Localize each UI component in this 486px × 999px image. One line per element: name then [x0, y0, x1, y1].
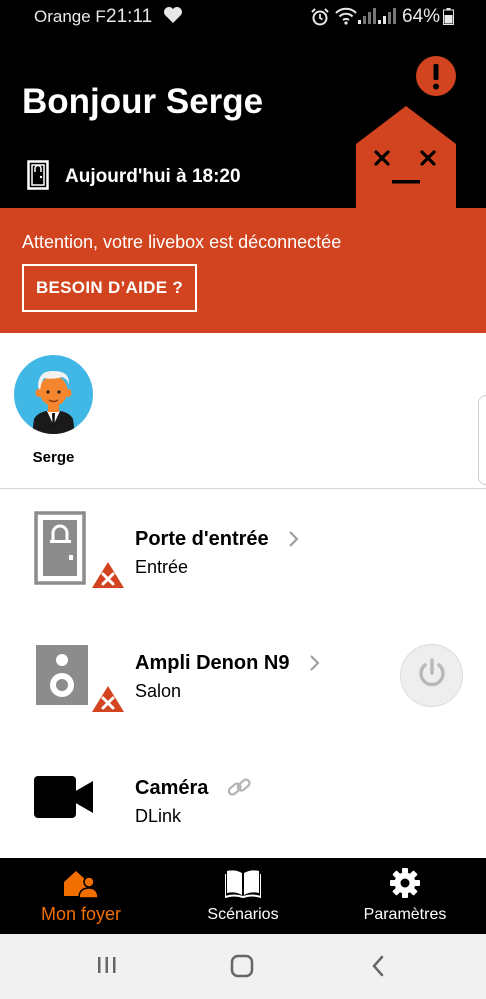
device-name: Caméra	[135, 777, 209, 799]
nav-tab-scenarios[interactable]: Scénarios	[162, 858, 324, 934]
power-button[interactable]	[400, 644, 463, 707]
book-icon	[225, 870, 261, 898]
carrier-name: Orange F	[34, 7, 106, 26]
nav-label: Paramètres	[363, 906, 447, 923]
device-room: DLink	[135, 806, 182, 826]
error-badge-icon	[91, 685, 125, 718]
door-icon	[27, 160, 49, 195]
back-icon[interactable]	[370, 954, 386, 983]
side-panel-handle[interactable]	[478, 395, 486, 485]
device-name: Porte d'entrée	[135, 528, 269, 550]
home-people-icon	[64, 871, 98, 898]
gear-icon	[390, 868, 420, 898]
system-navigation-bar	[0, 934, 486, 999]
battery-percent: 64%	[402, 6, 441, 27]
status-bar: Orange F 21:11 64%	[0, 0, 486, 34]
power-icon	[415, 656, 449, 695]
chevron-right-icon	[288, 530, 299, 553]
error-badge-icon	[91, 561, 125, 594]
wifi-icon	[335, 7, 357, 30]
need-help-button[interactable]: BESOIN D’AIDE ?	[22, 264, 197, 312]
nav-label: Scénarios	[207, 906, 279, 923]
signal-icon	[358, 8, 376, 29]
link-icon	[227, 777, 251, 804]
device-name: Ampli Denon N9	[135, 652, 290, 674]
recents-icon[interactable]	[96, 954, 118, 981]
nav-tab-home[interactable]: Mon foyer	[0, 858, 162, 934]
device-room: Entrée	[135, 557, 189, 577]
nav-tab-settings[interactable]: Paramètres	[324, 858, 486, 934]
heart-icon	[163, 6, 183, 29]
home-icon[interactable]	[230, 954, 254, 983]
app-header: Orange F 21:11 64% Bonjour Serge Aujourd…	[0, 0, 486, 208]
camera-icon	[34, 776, 93, 823]
greeting-title: Bonjour Serge	[22, 82, 264, 121]
speaker-icon	[36, 645, 88, 710]
nav-label: Mon foyer	[40, 904, 122, 924]
door-icon	[34, 511, 88, 590]
member-name: Serge	[32, 449, 75, 466]
alarm-icon	[310, 7, 330, 32]
avatar[interactable]	[14, 355, 93, 434]
battery-icon	[443, 8, 454, 30]
signal-icon	[378, 8, 396, 29]
status-time: 21:11	[106, 6, 153, 27]
device-row-front-door[interactable]: Porte d'entrée Entrée	[0, 489, 486, 609]
last-event-time: Aujourd'hui à 18:20	[65, 166, 241, 187]
disconnected-house-icon	[355, 56, 458, 213]
bottom-navigation: Mon foyer Scénarios Paramètres	[0, 858, 486, 934]
alert-message: Attention, votre livebox est déconnectée	[22, 232, 342, 252]
device-room: Salon	[135, 681, 182, 701]
household-members: Serge	[0, 333, 486, 489]
livebox-alert-banner: Attention, votre livebox est déconnectée…	[0, 208, 486, 333]
device-row-camera[interactable]: Caméra DLink	[0, 740, 486, 858]
chevron-right-icon	[309, 654, 320, 677]
